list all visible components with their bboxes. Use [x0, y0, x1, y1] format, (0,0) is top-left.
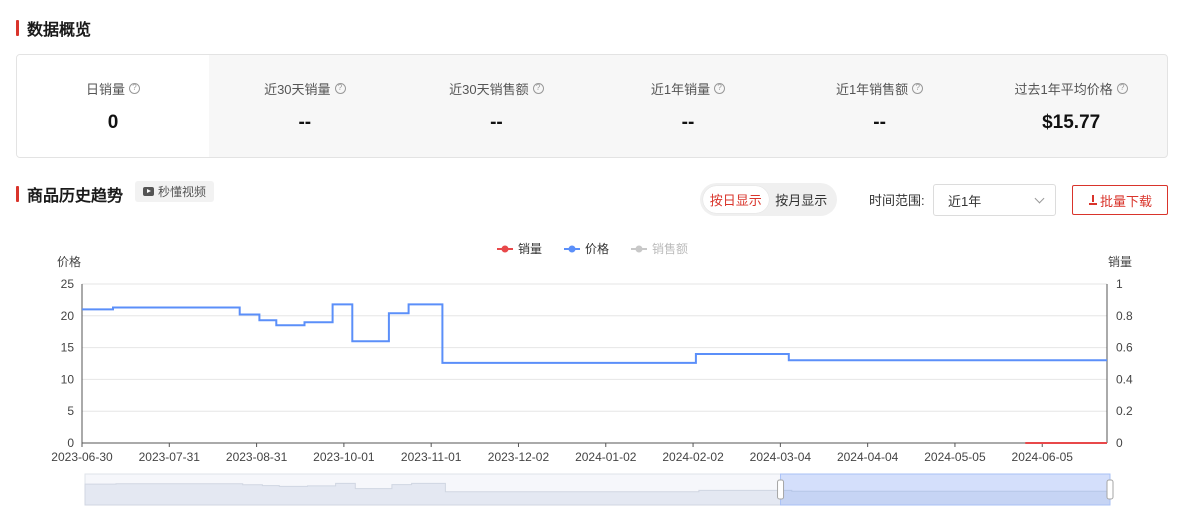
series-line-price	[82, 303, 1107, 364]
title-accent-bar	[16, 20, 19, 36]
stats-panel: 日销量? 0 近30天销量? -- 近30天销售额? -- 近1年销量? -- …	[16, 54, 1168, 158]
legend-marker	[568, 245, 576, 253]
trend-section-title: 商品历史趋势	[16, 182, 123, 206]
x-tick-label: 2024-04-04	[837, 450, 899, 464]
legend-label[interactable]: 价格	[585, 241, 609, 256]
stat-value: --	[873, 111, 886, 133]
left-tick-label: 15	[61, 341, 75, 355]
help-icon[interactable]: ?	[714, 82, 726, 94]
stat-value: --	[490, 111, 503, 133]
x-tick-label: 2023-12-02	[488, 450, 550, 464]
stat-1y-sales[interactable]: 近1年销量? --	[592, 55, 784, 157]
legend-marker	[501, 245, 509, 253]
stat-label: 近1年销量	[650, 81, 711, 97]
x-tick-label: 2023-11-01	[401, 450, 462, 464]
left-tick-label: 20	[61, 309, 75, 323]
chart-series	[82, 303, 1107, 444]
overview-section-title: 数据概览	[16, 16, 91, 40]
zoom-selection[interactable]	[780, 473, 1111, 506]
right-tick-label: 1	[1116, 277, 1123, 291]
stat-value: $15.77	[1042, 111, 1101, 133]
left-tick-label: 0	[67, 436, 74, 450]
zoom-handle-right[interactable]	[1106, 479, 1114, 500]
x-tick-label: 2023-07-31	[139, 450, 201, 464]
download-label: 批量下载	[1099, 193, 1152, 209]
range-value: 近1年	[948, 193, 982, 209]
stat-value: --	[298, 111, 312, 133]
help-icon[interactable]: ?	[532, 82, 544, 94]
left-tick-label: 25	[61, 277, 75, 291]
left-tick-label: 5	[67, 404, 74, 418]
video-label: 秒懂视频	[158, 185, 207, 199]
left-axis-label: 价格	[57, 254, 81, 269]
zoom-handle-left[interactable]	[777, 479, 785, 500]
zoom-slider[interactable]	[84, 473, 1114, 506]
batch-download-button[interactable]: 批量下载	[1072, 185, 1168, 215]
left-tick-label: 10	[61, 372, 75, 386]
trend-chart: 销量 价格 销售额 价格 销量 2520151050 10.80.60.40.20 …	[51, 241, 1133, 506]
video-button[interactable]: 秒懂视频	[135, 181, 215, 202]
toggle-monthly[interactable]: 按月显示	[769, 186, 835, 213]
x-tick-label: 2024-03-04	[750, 450, 812, 464]
stat-1y-avg-price[interactable]: 过去1年平均价格? $15.77	[975, 55, 1167, 157]
toggle-daily[interactable]: 按日显示	[703, 186, 769, 213]
x-tick-label: 2023-06-30	[51, 450, 113, 464]
right-tick-label: 0.4	[1116, 372, 1133, 386]
right-tick-label: 0.6	[1116, 341, 1133, 355]
x-tick-label: 2024-05-05	[924, 450, 986, 464]
x-tick-label: 2023-08-31	[226, 450, 288, 464]
x-tick-label: 2024-06-05	[1012, 450, 1074, 464]
right-tick-label: 0	[1116, 436, 1123, 450]
stat-label: 近30天销售额	[449, 81, 529, 97]
trend-title: 商品历史趋势	[27, 188, 124, 205]
x-tick-label: 2023-10-01	[313, 450, 375, 464]
display-mode-toggle: 按日显示 按月显示	[700, 183, 837, 216]
legend-label[interactable]: 销量	[518, 242, 542, 256]
right-axis-ticks: 1 0.8 0.6 0.4 0.2 0	[1116, 277, 1133, 450]
help-icon[interactable]: ?	[912, 82, 924, 94]
x-tick-label: 2024-02-02	[662, 450, 724, 464]
stat-label: 过去1年平均价格	[1014, 81, 1113, 97]
x-axis-ticks: 2023-06-30 2023-07-31 2023-08-31 2023-10-01…	[51, 443, 1073, 464]
title-accent-bar	[16, 186, 19, 202]
stat-value: --	[681, 111, 695, 133]
stat-30d-sales[interactable]: 近30天销量? --	[209, 55, 401, 157]
help-icon[interactable]: ?	[1116, 82, 1128, 94]
legend-marker	[635, 245, 643, 253]
overview-title: 数据概览	[27, 22, 92, 39]
help-icon[interactable]: ?	[334, 82, 346, 94]
stat-label: 日销量	[85, 81, 125, 97]
range-label: 时间范围:	[869, 193, 925, 208]
stat-30d-revenue[interactable]: 近30天销售额? --	[401, 55, 593, 157]
right-tick-label: 0.8	[1116, 309, 1133, 323]
video-play-icon	[143, 187, 154, 196]
x-tick-label: 2024-01-02	[575, 450, 637, 464]
chevron-down-icon	[1034, 193, 1045, 204]
stat-daily-sales[interactable]: 日销量? 0	[17, 55, 209, 157]
time-range-select[interactable]: 近1年	[933, 184, 1056, 216]
legend-label[interactable]: 销售额	[652, 241, 688, 256]
left-axis-ticks: 25 20 15 10 5 0	[61, 277, 75, 450]
stat-label: 近30天销量	[264, 81, 331, 97]
right-tick-label: 0.2	[1116, 404, 1133, 418]
stat-1y-revenue[interactable]: 近1年销售额? --	[784, 55, 976, 157]
chart-legend[interactable]: 销量 价格 销售额	[497, 241, 688, 256]
stat-label: 近1年销售额	[835, 81, 909, 97]
stat-value: 0	[107, 111, 119, 133]
right-axis-label: 销量	[1108, 255, 1132, 269]
help-icon[interactable]: ?	[129, 82, 140, 94]
download-icon	[1088, 195, 1098, 205]
